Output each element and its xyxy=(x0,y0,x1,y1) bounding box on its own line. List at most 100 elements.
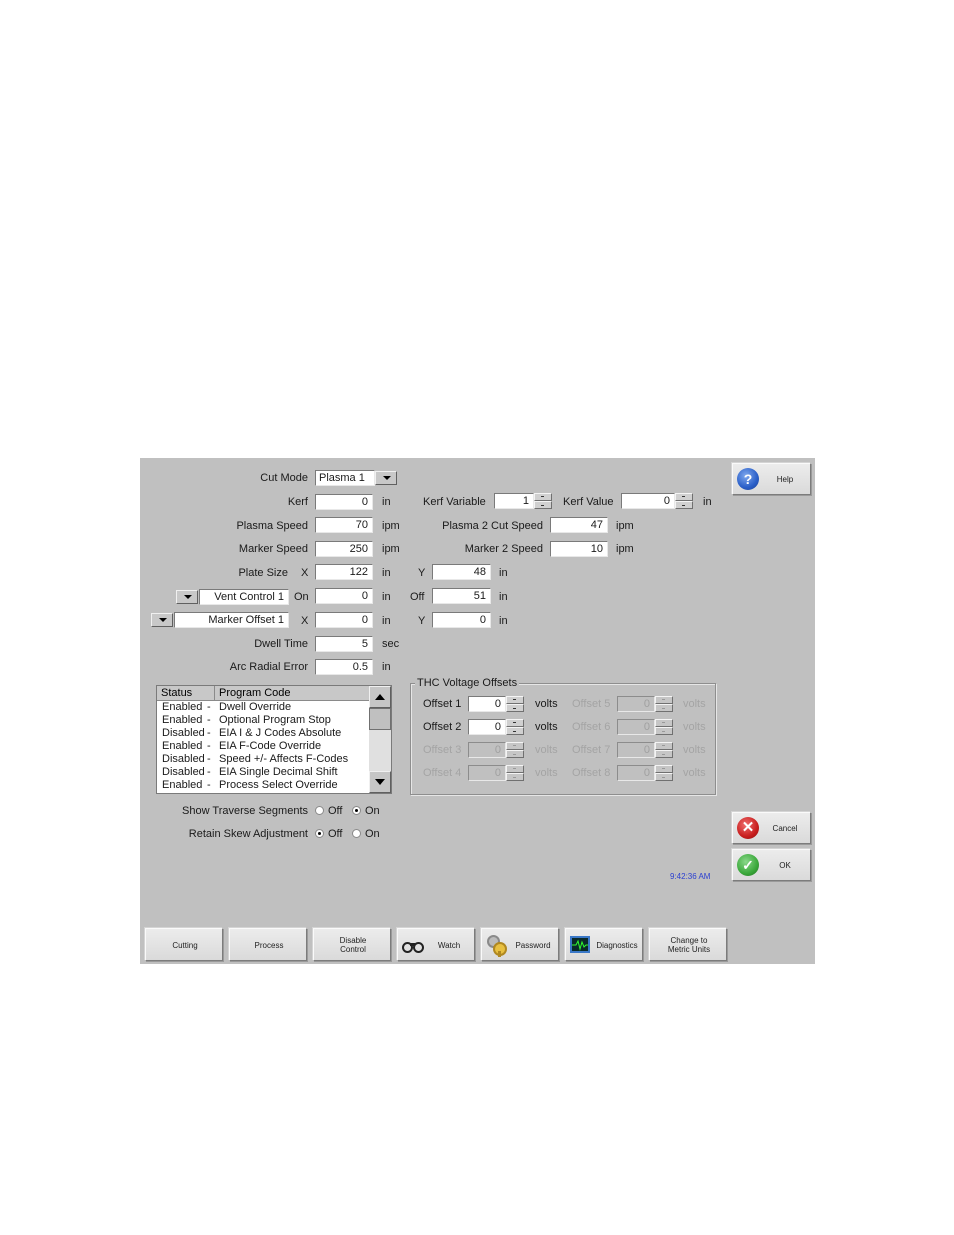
program-code-list[interactable]: Status Program Code Enabled - Dwell Overri… xyxy=(156,685,392,794)
kerf-variable-spinner[interactable] xyxy=(534,493,552,509)
softkey-label-line1: Disable xyxy=(339,936,367,945)
keys-icon xyxy=(486,933,507,957)
thc-offset-1-input[interactable]: 0 xyxy=(468,696,506,712)
thc-offset-5-spinner xyxy=(655,696,673,712)
retain-skew-off-label: Off xyxy=(328,828,343,840)
dwell-time-input[interactable]: 5 xyxy=(315,636,373,652)
thc-offset-3-unit: volts xyxy=(535,744,558,756)
thc-offset-2-input[interactable]: 0 xyxy=(468,719,506,735)
list-item[interactable]: Enabled - Dwell Override xyxy=(157,701,369,714)
softkey-change-to-metric[interactable]: Change to Metric Units xyxy=(649,928,727,961)
softkey-label-line1: Watch xyxy=(437,941,461,950)
show-traverse-on-radio[interactable] xyxy=(352,806,361,815)
marker2-speed-unit: ipm xyxy=(616,543,634,555)
marker-speed-label: Marker Speed xyxy=(238,543,308,555)
spin-up-icon[interactable] xyxy=(506,719,524,727)
scroll-down-icon[interactable] xyxy=(369,771,391,793)
plate-size-x-input[interactable]: 122 xyxy=(315,564,373,580)
cancel-button[interactable]: ✕ Cancel xyxy=(732,812,811,844)
retain-skew-on-label: On xyxy=(365,828,380,840)
show-traverse-on-label: On xyxy=(365,805,380,817)
vent-control-on-input[interactable]: 0 xyxy=(315,588,373,604)
list-item-code: EIA F-Code Override xyxy=(219,740,322,752)
list-item[interactable]: Disabled - EIA I & J Codes Absolute xyxy=(157,727,369,740)
marker-offset-x-unit: in xyxy=(382,615,391,627)
spin-up-icon[interactable] xyxy=(675,493,693,501)
thc-offset-7-input: 0 xyxy=(617,742,655,758)
spin-up-icon xyxy=(655,765,673,773)
list-item-status: Enabled xyxy=(162,740,203,752)
help-button[interactable]: ? Help xyxy=(732,463,811,495)
scroll-thumb[interactable] xyxy=(369,708,391,730)
show-traverse-off-radio[interactable] xyxy=(315,806,324,815)
marker-offset-dropdown-button[interactable] xyxy=(151,613,173,627)
retain-skew-off-radio[interactable] xyxy=(315,829,324,838)
softkey-diagnostics[interactable]: Diagnostics xyxy=(565,928,643,961)
softkey-password[interactable]: Password xyxy=(481,928,559,961)
kerf-value-label: Kerf Value xyxy=(563,496,614,508)
thc-offset-5-input: 0 xyxy=(617,696,655,712)
marker-offset-x-input[interactable]: 0 xyxy=(315,612,373,628)
column-header-status[interactable]: Status xyxy=(157,686,215,700)
scroll-up-icon[interactable] xyxy=(369,686,391,708)
marker-offset-y-input[interactable]: 0 xyxy=(432,612,491,628)
arc-radial-error-input[interactable]: 0.5 xyxy=(315,659,373,675)
spin-up-icon[interactable] xyxy=(506,696,524,704)
plate-size-y-input[interactable]: 48 xyxy=(432,564,491,580)
list-item[interactable]: Disabled - EIA Single Decimal Shift xyxy=(157,766,369,779)
softkey-disable-control[interactable]: Disable Control xyxy=(313,928,391,961)
vent-control-dropdown-button[interactable] xyxy=(176,590,198,604)
kerf-value-spinner[interactable] xyxy=(675,493,693,509)
spin-down-icon[interactable] xyxy=(675,501,693,509)
cut-mode-select[interactable]: Plasma 1 xyxy=(315,470,375,486)
spin-down-icon xyxy=(506,773,524,781)
plate-size-x-unit: in xyxy=(382,567,391,579)
kerf-value-input[interactable]: 0 xyxy=(621,493,675,509)
kerf-variable-input[interactable]: 1 xyxy=(494,493,534,509)
thc-offset-2-spinner[interactable] xyxy=(506,719,524,735)
cut-mode-dropdown-button[interactable] xyxy=(375,471,397,485)
spin-down-icon[interactable] xyxy=(534,501,552,509)
spin-down-icon xyxy=(655,704,673,712)
vent-control-off-input[interactable]: 51 xyxy=(432,588,491,604)
vent-control-select[interactable]: Vent Control 1 xyxy=(199,589,289,605)
thc-offset-1-spinner[interactable] xyxy=(506,696,524,712)
softkey-label: Change to Metric Units xyxy=(654,936,724,954)
retain-skew-on-radio[interactable] xyxy=(352,829,361,838)
list-item-status: Disabled xyxy=(162,727,205,739)
thc-offset-6-unit: volts xyxy=(683,721,706,733)
marker-speed-unit: ipm xyxy=(382,543,400,555)
spin-down-icon[interactable] xyxy=(506,704,524,712)
marker-offset-select[interactable]: Marker Offset 1 xyxy=(174,612,289,628)
marker2-speed-label: Marker 2 Speed xyxy=(464,543,543,555)
spin-up-icon[interactable] xyxy=(534,493,552,501)
list-scrollbar[interactable] xyxy=(369,686,391,793)
dwell-time-unit: sec xyxy=(382,638,400,650)
help-button-label: Help xyxy=(776,475,794,484)
ok-button[interactable]: ✓ OK xyxy=(732,849,811,881)
softkey-cutting[interactable]: Cutting xyxy=(145,928,223,961)
thc-voltage-offsets-title: THC Voltage Offsets xyxy=(415,677,520,689)
softkey-watch[interactable]: Watch xyxy=(397,928,475,961)
arc-radial-error-unit: in xyxy=(382,661,391,673)
thc-offset-4-label: Offset 4 xyxy=(423,767,462,779)
ok-check-icon: ✓ xyxy=(737,854,759,876)
spin-down-icon xyxy=(655,773,673,781)
list-item-code: Speed +/- Affects F-Codes xyxy=(219,753,349,765)
spin-up-icon xyxy=(655,696,673,704)
list-item[interactable]: Enabled - Process Select Override xyxy=(157,779,369,792)
list-item[interactable]: Enabled - Optional Program Stop xyxy=(157,714,369,727)
vent-control-off-unit: in xyxy=(499,591,508,603)
column-header-program-code[interactable]: Program Code xyxy=(215,686,369,700)
kerf-input[interactable]: 0 xyxy=(315,494,373,510)
list-item[interactable]: Enabled - EIA F-Code Override xyxy=(157,740,369,753)
thc-offset-2-label: Offset 2 xyxy=(423,721,462,733)
list-item[interactable]: Disabled - Speed +/- Affects F-Codes xyxy=(157,753,369,766)
marker-speed-input[interactable]: 250 xyxy=(315,541,373,557)
spin-down-icon[interactable] xyxy=(506,727,524,735)
plasma2-cut-speed-input[interactable]: 47 xyxy=(550,517,608,533)
plate-size-label: Plate Size xyxy=(238,567,288,579)
softkey-process[interactable]: Process xyxy=(229,928,307,961)
marker2-speed-input[interactable]: 10 xyxy=(550,541,608,557)
plasma-speed-input[interactable]: 70 xyxy=(315,517,373,533)
